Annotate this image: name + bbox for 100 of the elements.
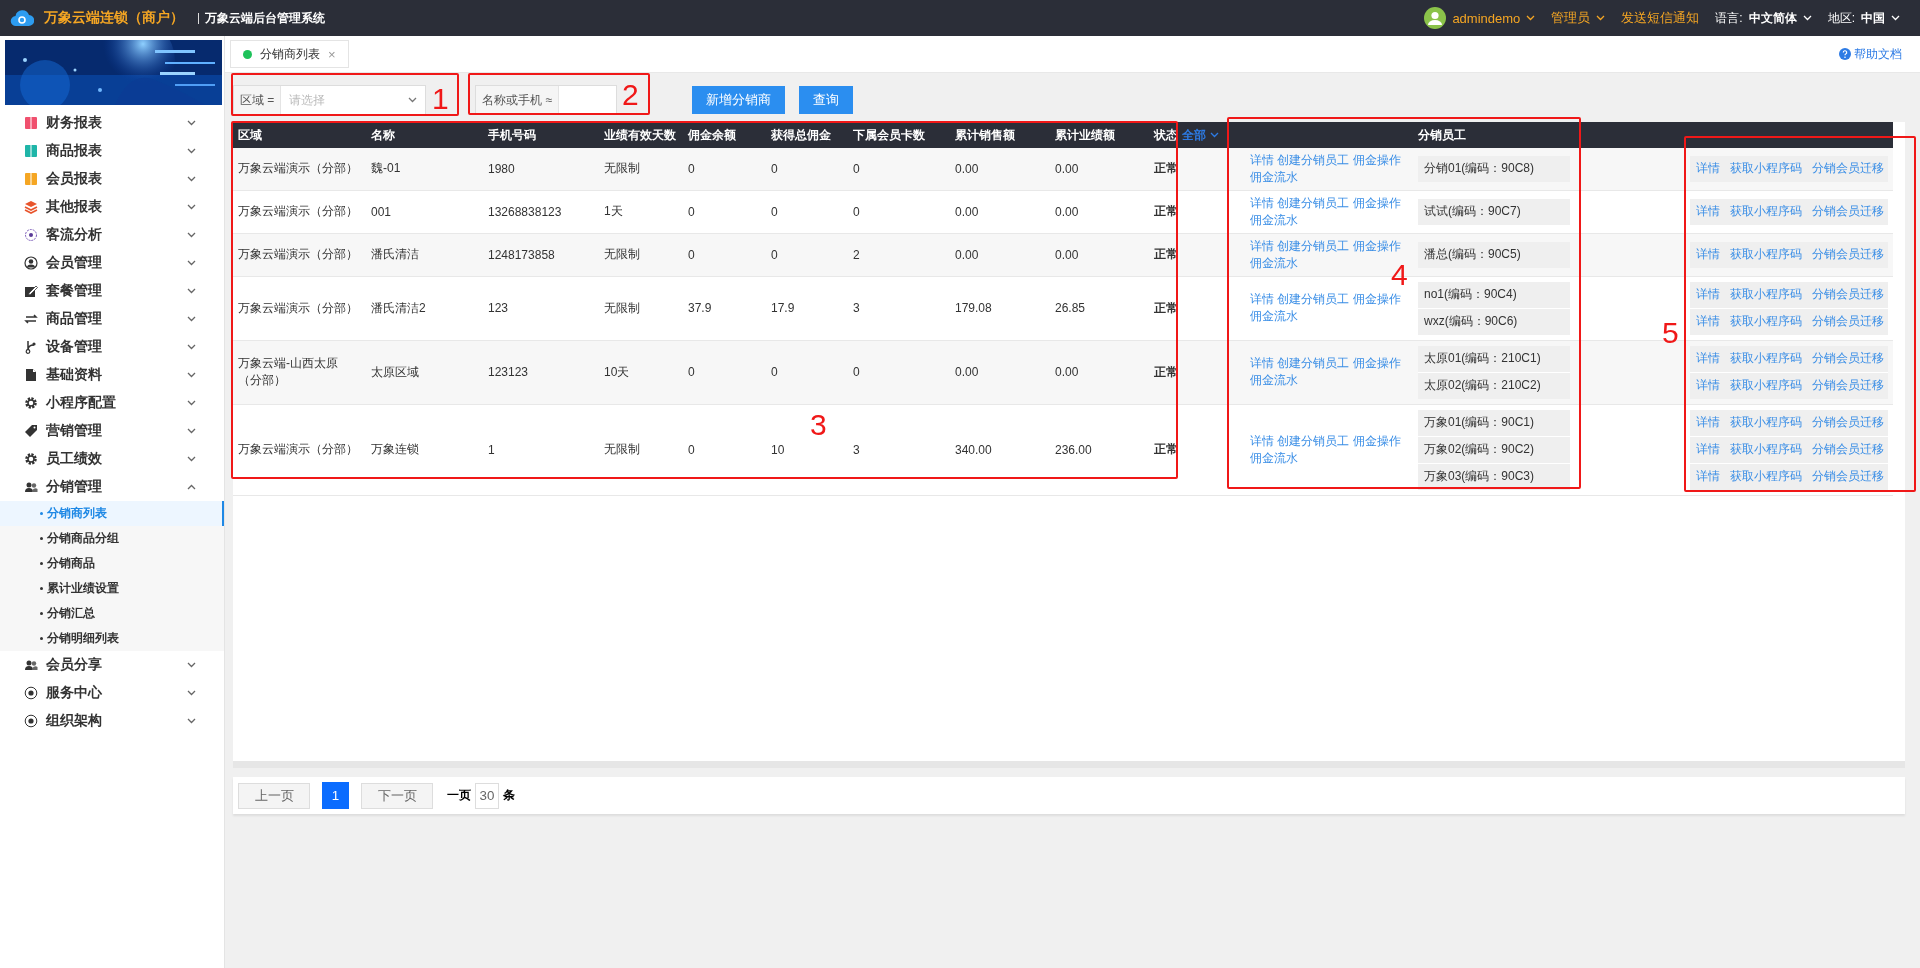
previous-page-button[interactable]: 上一页 (238, 782, 310, 809)
sidebar-item[interactable]: 会员报表 (0, 165, 224, 193)
action-link[interactable]: 详情 (1696, 441, 1720, 458)
action-link[interactable]: 分销会员迁移 (1812, 246, 1884, 263)
scrollbar[interactable] (233, 761, 1905, 768)
help-link[interactable]: 帮助文档 (1839, 45, 1902, 63)
chevron-down-icon (187, 260, 196, 266)
action-link[interactable]: 获取小程序码 (1730, 246, 1802, 263)
keyword-field[interactable]: 名称或手机 ≈ (475, 85, 618, 115)
action-link[interactable]: 获取小程序码 (1730, 468, 1802, 485)
action-link[interactable]: 分销会员迁移 (1812, 160, 1884, 178)
page-size-field[interactable]: 30 (475, 782, 499, 809)
action-link[interactable]: 详情 (1250, 292, 1274, 306)
sidebar-item[interactable]: 营销管理 (0, 417, 224, 445)
submenu-item[interactable]: 累计业绩设置 (0, 576, 224, 601)
action-link[interactable]: 详情 (1696, 468, 1720, 485)
sidebar-item[interactable]: 商品报表 (0, 137, 224, 165)
action-link[interactable]: 详情 (1250, 152, 1274, 167)
action-link[interactable]: 创建分销员工 (1277, 433, 1350, 448)
sms-link[interactable]: 发送短信通知 (1621, 9, 1700, 27)
action-link[interactable]: 佣金操作 (1352, 433, 1401, 448)
action-link[interactable]: 获取小程序码 (1730, 286, 1802, 303)
action-link[interactable]: 详情 (1250, 195, 1274, 210)
action-link[interactable]: 详情 (1696, 203, 1720, 220)
page-button[interactable]: 1 (322, 782, 349, 809)
status-filter[interactable]: 全部 (1182, 126, 1219, 144)
sidebar-item[interactable]: 其他报表 (0, 193, 224, 221)
submenu-item[interactable]: 分销商品分组 (0, 526, 224, 551)
close-icon[interactable]: × (328, 46, 336, 62)
region-menu[interactable]: 中国 (1861, 9, 1885, 27)
role-menu[interactable]: 管理员 (1551, 9, 1591, 27)
action-link[interactable]: 获取小程序码 (1730, 441, 1802, 458)
action-link[interactable]: 详情 (1250, 433, 1274, 448)
page-tab[interactable]: 分销商列表 × (230, 40, 349, 68)
action-link[interactable]: 佣金流水 (1250, 169, 1298, 184)
sidebar-item[interactable]: 小程序配置 (0, 389, 224, 417)
action-link[interactable]: 获取小程序码 (1730, 350, 1802, 367)
sidebar-item[interactable]: 员工绩效 (0, 445, 224, 473)
action-link[interactable]: 佣金流水 (1250, 212, 1298, 227)
action-link[interactable]: 分销会员迁移 (1812, 414, 1884, 431)
action-link[interactable]: 佣金流水 (1250, 309, 1298, 323)
user-menu[interactable]: admindemo (1452, 10, 1521, 26)
next-page-button[interactable]: 下一页 (361, 782, 433, 809)
action-link[interactable]: 佣金操作 (1352, 195, 1401, 210)
action-link[interactable]: 创建分销员工 (1277, 238, 1350, 253)
action-link[interactable]: 详情 (1250, 238, 1274, 253)
sidebar-item[interactable]: 客流分析 (0, 221, 224, 249)
action-link[interactable]: 佣金操作 (1352, 292, 1401, 306)
action-link[interactable]: 分销会员迁移 (1812, 350, 1884, 367)
action-link[interactable]: 获取小程序码 (1730, 313, 1802, 330)
add-button[interactable]: 新增分销商 (692, 86, 786, 114)
submenu-item[interactable]: 分销明细列表 (0, 626, 224, 651)
sidebar-item[interactable]: 设备管理 (0, 333, 224, 361)
action-link[interactable]: 详情 (1696, 313, 1720, 330)
language-menu[interactable]: 中文简体 (1748, 9, 1797, 27)
action-link[interactable]: 详情 (1696, 350, 1720, 367)
action-link[interactable]: 佣金操作 (1352, 152, 1401, 167)
sidebar-item[interactable]: 会员管理 (0, 249, 224, 277)
action-link[interactable]: 获取小程序码 (1730, 414, 1802, 431)
sidebar-item[interactable]: 服务中心 (0, 679, 224, 707)
sidebar-item[interactable]: 套餐管理 (0, 277, 224, 305)
action-link[interactable]: 详情 (1696, 377, 1720, 394)
action-link[interactable]: 创建分销员工 (1277, 292, 1350, 306)
action-link[interactable]: 分销会员迁移 (1812, 313, 1884, 330)
action-link[interactable]: 详情 (1696, 286, 1720, 303)
submenu-item[interactable]: 分销汇总 (0, 601, 224, 626)
action-link[interactable]: 佣金操作 (1352, 356, 1401, 370)
action-link[interactable]: 佣金操作 (1352, 238, 1401, 253)
submenu-item[interactable]: 分销商列表 (0, 501, 224, 526)
chevron-down-icon (1210, 132, 1219, 138)
action-link[interactable]: 分销会员迁移 (1812, 468, 1884, 485)
action-link[interactable]: 获取小程序码 (1730, 377, 1802, 394)
sidebar-item[interactable]: 商品管理 (0, 305, 224, 333)
sidebar-item[interactable]: 会员分享 (0, 651, 224, 679)
action-link[interactable]: 分销会员迁移 (1812, 377, 1884, 394)
sidebar-item[interactable]: 组织架构 (0, 707, 224, 735)
query-button[interactable]: 查询 (799, 86, 854, 114)
action-link[interactable]: 佣金流水 (1250, 373, 1298, 387)
action-link[interactable]: 详情 (1696, 414, 1720, 431)
action-link[interactable]: 创建分销员工 (1277, 152, 1350, 167)
sidebar-item[interactable]: 分销管理 (0, 473, 224, 501)
action-link[interactable]: 分销会员迁移 (1812, 203, 1884, 220)
region-select[interactable]: 区域 = 请选择 (233, 85, 427, 115)
employee-name: no1(编码：90C4) (1424, 286, 1517, 303)
action-link[interactable]: 详情 (1250, 356, 1274, 370)
action-link[interactable]: 详情 (1696, 246, 1720, 263)
book-icon (24, 116, 38, 130)
sidebar-item[interactable]: 财务报表 (0, 109, 224, 137)
action-link[interactable]: 佣金流水 (1250, 255, 1298, 270)
action-link[interactable]: 创建分销员工 (1277, 356, 1350, 370)
action-link[interactable]: 分销会员迁移 (1812, 441, 1884, 458)
action-link[interactable]: 佣金流水 (1250, 450, 1298, 465)
action-link[interactable]: 获取小程序码 (1730, 160, 1802, 178)
submenu-item[interactable]: 分销商品 (0, 551, 224, 576)
action-link[interactable]: 详情 (1696, 160, 1720, 178)
sidebar-item[interactable]: 基础资料 (0, 361, 224, 389)
action-link[interactable]: 分销会员迁移 (1812, 286, 1884, 303)
table-cell: 10天 (604, 364, 630, 379)
action-link[interactable]: 创建分销员工 (1277, 195, 1350, 210)
action-link[interactable]: 获取小程序码 (1730, 203, 1802, 220)
